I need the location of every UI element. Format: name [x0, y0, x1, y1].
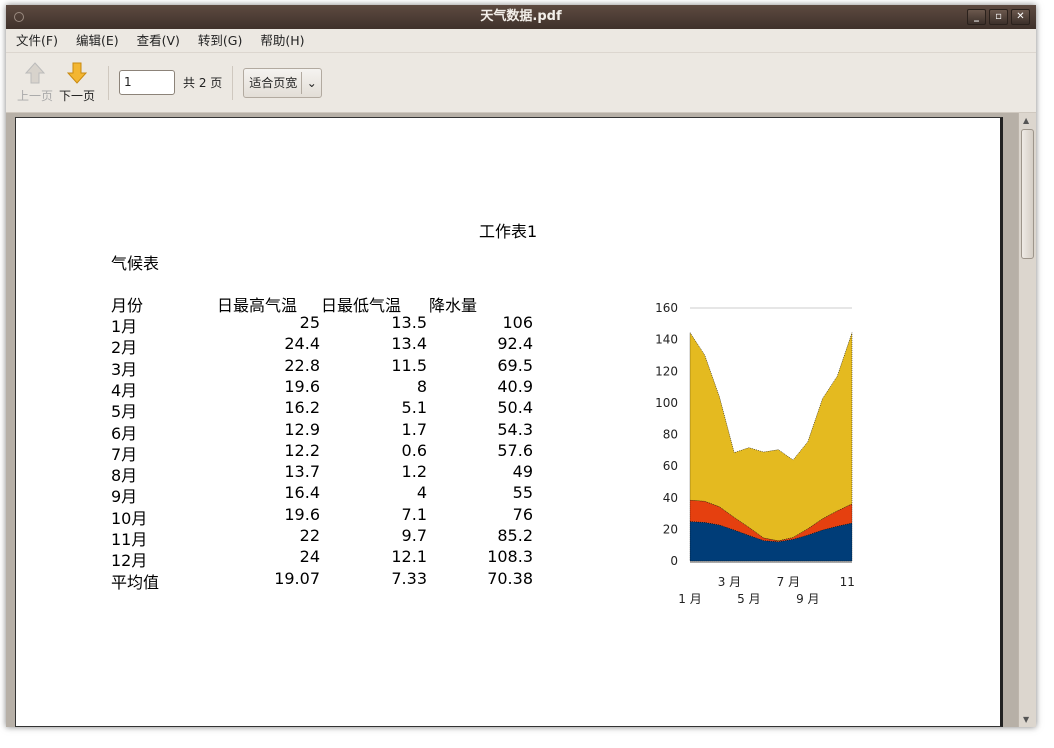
table-cell: 9.7 — [401, 526, 427, 545]
sheet-title: 工作表1 — [479, 222, 538, 241]
table-cell: 76 — [512, 504, 533, 524]
stacked-area-chart: 0 20 40 60 80 100 120 140 160 1 月 3 月 5 月 7 月 9 月 11 — [655, 301, 855, 606]
maximize-button[interactable]: ▫ — [989, 9, 1008, 25]
page-total-label: 共 2 页 — [183, 76, 223, 90]
arrow-down-icon — [67, 62, 87, 84]
arrow-up-icon — [25, 61, 45, 83]
y-tick-label: 100 — [655, 396, 678, 410]
table-cell: 54.3 — [497, 419, 533, 439]
y-tick-label: 160 — [655, 301, 678, 315]
chevron-down-icon: ⌄ — [301, 71, 321, 94]
scroll-up-icon[interactable]: ▲ — [1023, 116, 1029, 125]
window-title: 天气数据.pdf — [480, 9, 562, 24]
separator — [108, 65, 109, 100]
document-area: 工作表1 气候表 月份 日最高气温 日最低气温 降水量 1月 25 13.5 106 2月 24.… — [6, 113, 1036, 727]
table-cell: 106 — [502, 313, 533, 332]
table-cell: 11.5 — [391, 355, 427, 375]
table-cell: 8 — [416, 376, 427, 396]
table-cell: 1.2 — [401, 462, 427, 482]
table-cell: 40.9 — [497, 376, 533, 396]
table-cell: 5.1 — [401, 398, 427, 418]
y-tick-label: 60 — [663, 459, 678, 473]
table-cell: 19.07 — [274, 568, 320, 588]
next-page-button[interactable]: 下一页 — [56, 62, 98, 104]
table-cell: 69.5 — [497, 355, 533, 375]
table-cell: 7.1 — [401, 504, 427, 524]
table-cell: 16.4 — [284, 483, 320, 503]
x-tick-label: 1 月 — [678, 592, 701, 606]
table-cell: 25 — [299, 313, 320, 332]
scrollbar-thumb[interactable] — [1021, 129, 1034, 259]
close-button[interactable]: ✕ — [1011, 9, 1030, 25]
scroll-down-icon[interactable]: ▼ — [1023, 715, 1029, 724]
table-cell: 4 — [416, 483, 427, 503]
table-cell: 1.7 — [401, 419, 427, 439]
menu-view[interactable]: 查看(V) — [137, 29, 180, 52]
table-cell: 0.6 — [401, 440, 427, 460]
minimize-button[interactable]: _ — [967, 9, 986, 25]
table-cell: 13.5 — [391, 313, 427, 332]
y-tick-label: 80 — [663, 428, 678, 442]
x-tick-label: 7 月 — [777, 575, 800, 589]
table-cell: 12.1 — [391, 547, 427, 567]
prev-page-button[interactable]: 上一页 — [14, 61, 56, 104]
title-bar: 天气数据.pdf _ ▫ ✕ — [6, 5, 1036, 29]
table-cell: 19.6 — [284, 504, 320, 524]
table-cell: 13.7 — [284, 462, 320, 482]
menu-file[interactable]: 文件(F) — [16, 29, 58, 52]
table-cell: 19.6 — [284, 376, 320, 396]
table-cell: 7.33 — [391, 568, 427, 588]
menu-help[interactable]: 帮助(H) — [260, 29, 304, 52]
table-cell: 24.4 — [284, 334, 320, 354]
x-tick-label: 5 月 — [737, 592, 760, 606]
y-tick-label: 40 — [663, 491, 678, 505]
menu-go[interactable]: 转到(G) — [198, 29, 242, 52]
table-cell: 70.38 — [487, 568, 533, 588]
document-viewer-window: 天气数据.pdf _ ▫ ✕ 文件(F) 编辑(E) 查看(V) 转到(G) 帮助(… — [6, 5, 1036, 727]
window-menu-icon[interactable] — [14, 12, 24, 22]
table-cell: 12.2 — [284, 440, 320, 460]
x-tick-label: 9 月 — [796, 592, 819, 606]
x-tick-label: 3 月 — [718, 575, 741, 589]
separator — [232, 65, 234, 100]
menu-edit[interactable]: 编辑(E) — [76, 29, 119, 52]
table-cell: 13.4 — [391, 334, 427, 354]
table-cell: 57.6 — [497, 440, 533, 460]
table-row-label: 平均值 — [111, 572, 160, 592]
y-tick-label: 120 — [655, 364, 678, 378]
page-number-input[interactable]: 1 — [119, 70, 175, 95]
y-tick-label: 0 — [670, 554, 678, 568]
table-cell: 108.3 — [487, 547, 533, 567]
table-cell: 50.4 — [497, 398, 533, 418]
vertical-scrollbar[interactable]: ▲ ▼ — [1018, 113, 1036, 727]
table-cell: 55 — [512, 483, 533, 503]
table-cell: 22 — [299, 526, 320, 545]
table-cell: 22.8 — [284, 355, 320, 375]
table-cell: 24 — [299, 547, 320, 567]
y-tick-label: 140 — [655, 333, 678, 347]
table-cell: 85.2 — [497, 526, 533, 545]
zoom-select[interactable]: 适合页宽 ⌄ — [243, 67, 323, 98]
table-cell: 92.4 — [497, 334, 533, 354]
table-cell: 49 — [512, 462, 533, 482]
y-tick-label: 20 — [663, 522, 678, 536]
table-cell: 16.2 — [284, 398, 320, 418]
table-cell: 12.9 — [284, 419, 320, 439]
x-tick-label: 11 — [840, 575, 855, 589]
toolbar: 上一页 下一页 1 共 2 页 适合页宽 ⌄ — [6, 53, 1036, 113]
menu-bar: 文件(F) 编辑(E) 查看(V) 转到(G) 帮助(H) — [6, 29, 1036, 53]
table-title: 气候表 — [111, 254, 160, 273]
pdf-page: 工作表1 气候表 月份 日最高气温 日最低气温 降水量 1月 25 13.5 106 2月 24.… — [15, 117, 1003, 727]
